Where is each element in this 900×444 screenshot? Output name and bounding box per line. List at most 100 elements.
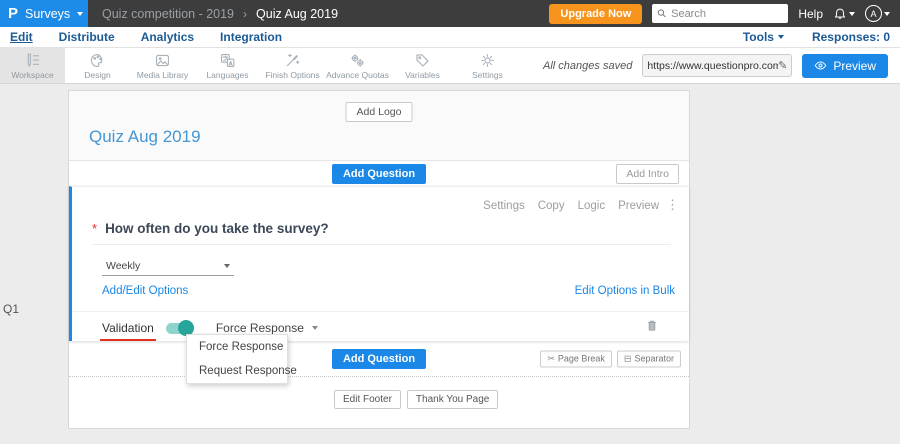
toolbar-item-variables[interactable]: Variables [390,48,455,83]
toolbar-item-advance-quotas[interactable]: Advance Quotas [325,48,390,83]
question-text[interactable]: How often do you take the survey? [105,221,329,236]
palette-icon [89,52,106,69]
page-break-button[interactable]: ✂ Page Break [540,350,612,367]
dropdown-option-request-response[interactable]: Request Response [187,359,297,383]
add-intro-button[interactable]: Add Intro [616,163,679,184]
survey-toolbar: Workspace Design Media Library Languages… [0,48,900,84]
product-menu[interactable]: P Surveys [0,0,88,27]
quota-gears-icon [349,52,366,69]
validation-toggle[interactable] [165,319,194,336]
product-menu-label: Surveys [25,6,71,21]
question-line: * How often do you take the survey? [92,221,329,236]
thank-you-page-button[interactable]: Thank You Page [406,390,499,409]
breadcrumb-folder[interactable]: Quiz competition - 2019 [102,7,234,21]
separator-label: Separator [634,353,674,364]
chevron-down-icon [224,264,230,268]
chevron-down-icon [884,11,890,16]
question-copy-link[interactable]: Copy [538,200,565,212]
separator-button[interactable]: ⊟ Separator [616,350,681,367]
validation-label: Validation [100,321,156,341]
eye-icon [815,61,827,70]
card-divider [72,311,689,312]
toolbar-item-settings[interactable]: Settings [455,48,520,83]
question-id-label: Q1 [3,302,20,316]
editor-main: Q1 Add Logo Quiz Aug 2019 Add Question A… [0,84,900,444]
top-bar: P Surveys Quiz competition - 2019 › Quiz… [0,0,900,27]
chevron-down-icon [777,35,784,39]
account-menu[interactable]: A [865,5,890,22]
questionpro-logo-icon: P [8,5,19,22]
add-edit-options-link[interactable]: Add/Edit Options [102,285,188,297]
add-question-row-top: Add Question Add Intro [69,161,689,186]
separator-icon: ⊟ [623,353,632,363]
breadcrumb: Quiz competition - 2019 › Quiz Aug 2019 [88,0,338,27]
toolbar-item-languages[interactable]: Languages [195,48,260,83]
search-input[interactable] [671,7,784,20]
scissors-icon: ✂ [547,353,555,363]
notifications-menu[interactable] [833,7,855,21]
section-nav: Edit Distribute Analytics Integration To… [0,27,900,48]
required-asterisk: * [92,221,98,236]
add-logo-button[interactable]: Add Logo [345,102,413,122]
add-question-button-top[interactable]: Add Question [331,163,427,184]
tools-menu[interactable]: Tools [743,30,784,44]
chevron-down-icon [311,326,318,330]
validation-type-value: Force Response [215,321,304,335]
tab-integration[interactable]: Integration [220,30,282,44]
survey-url-box: ✎ [642,54,793,77]
help-link[interactable]: Help [798,7,823,21]
survey-footer-section: Edit Footer Thank You Page [69,376,689,428]
edit-url-icon[interactable]: ✎ [778,59,787,72]
delete-question-button[interactable] [645,318,659,338]
edit-footer-button[interactable]: Edit Footer [334,390,401,409]
question-actions: Settings Copy Logic Preview [483,200,659,212]
add-question-button-bottom[interactable]: Add Question [331,348,427,369]
survey-url-input[interactable] [647,59,779,72]
edit-options-in-bulk-link[interactable]: Edit Options in Bulk [575,285,675,297]
question-settings-link[interactable]: Settings [483,200,525,212]
answer-dropdown-value: Weekly [106,260,141,272]
survey-title[interactable]: Quiz Aug 2019 [89,127,201,147]
question-preview-link[interactable]: Preview [618,200,659,212]
workspace-icon [24,52,41,69]
answer-dropdown[interactable]: Weekly [102,257,234,276]
toolbar-item-workspace[interactable]: Workspace [0,48,65,83]
survey-header-section: Add Logo Quiz Aug 2019 [69,91,689,161]
responses-link[interactable]: Responses: 0 [812,30,890,44]
add-question-row-bottom: Add Question ✂ Page Break ⊟ Separator [69,341,689,376]
kebab-menu-icon[interactable]: ⋮ [666,197,679,213]
global-search[interactable] [652,4,789,23]
tag-icon [414,52,431,69]
question-logic-link[interactable]: Logic [578,200,606,212]
chevron-down-icon [849,11,855,16]
validation-type-dropdown[interactable]: Force Response [216,321,318,335]
translate-icon [219,52,236,69]
image-icon [154,52,171,69]
question-card: Settings Copy Logic Preview ⋮ * How ofte… [69,186,689,341]
tools-label: Tools [742,30,774,44]
preview-button[interactable]: Preview [802,53,888,78]
breadcrumb-current: Quiz Aug 2019 [256,6,339,21]
trash-icon [648,320,656,331]
toolbar-item-design[interactable]: Design [65,48,130,83]
validation-dropdown-menu: Force Response Request Response [186,334,297,384]
page-break-label: Page Break [557,353,605,364]
save-status: All changes saved [543,59,633,72]
gear-icon [479,52,496,69]
tab-edit[interactable]: Edit [10,30,33,44]
toolbar-item-media-library[interactable]: Media Library [130,48,195,83]
preview-label: Preview [833,58,876,73]
tab-analytics[interactable]: Analytics [141,30,194,44]
upgrade-now-button[interactable]: Upgrade Now [549,3,643,24]
breadcrumb-separator: › [243,6,248,21]
avatar: A [865,5,882,22]
toolbar-item-finish-options[interactable]: Finish Options [260,48,325,83]
question-underline [92,244,671,245]
search-icon [658,9,666,18]
survey-canvas: Add Logo Quiz Aug 2019 Add Question Add … [68,90,690,429]
chevron-down-icon [77,11,84,16]
magic-wand-icon [284,52,301,69]
bell-icon [834,8,846,19]
dropdown-option-force-response[interactable]: Force Response [187,335,287,359]
tab-distribute[interactable]: Distribute [59,30,115,44]
